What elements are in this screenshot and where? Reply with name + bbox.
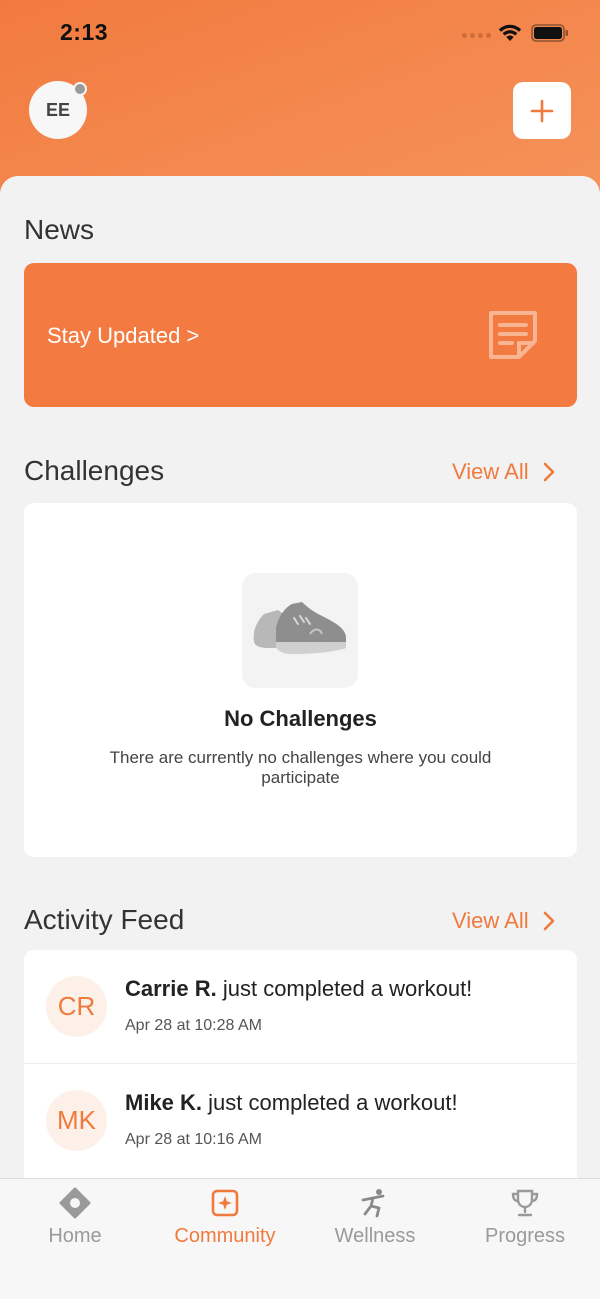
avatar-initials: EE <box>45 99 70 120</box>
activity-time: Apr 28 at 10:16 AM <box>125 1131 262 1148</box>
news-title: News <box>24 214 95 245</box>
activity-text: Mike K. just completed a workout! <box>125 1090 458 1116</box>
tab-label: Home <box>48 1225 102 1247</box>
community-icon <box>211 1189 239 1217</box>
add-button[interactable] <box>513 82 571 139</box>
user-name: Mike K. <box>125 1090 203 1115</box>
challenges-view-all[interactable]: View All <box>452 459 555 485</box>
battery-icon <box>531 24 568 42</box>
document-icon <box>489 311 537 359</box>
list-item[interactable]: MK Mike K. just completed a workout! Apr… <box>24 1063 577 1176</box>
tab-progress[interactable]: Progress <box>450 1179 600 1259</box>
activity-feed-list: CR Carrie R. just completed a workout! A… <box>24 950 577 1190</box>
tab-label: Community <box>174 1225 276 1247</box>
activity-text: Carrie R. just completed a workout! <box>125 976 472 1002</box>
tab-label: Progress <box>484 1225 566 1247</box>
activity-time: Apr 28 at 10:28 AM <box>125 1017 262 1034</box>
wifi-icon <box>498 24 522 41</box>
trophy-icon <box>511 1189 539 1217</box>
signal-dots-icon <box>462 33 491 38</box>
home-icon <box>59 1187 91 1219</box>
tab-community[interactable]: Community <box>150 1179 300 1259</box>
activity-action: just completed a workout! <box>222 976 473 1001</box>
tab-bar: Home Community Wellness Progress <box>0 1178 600 1299</box>
empty-state-title: No Challenges <box>224 706 377 731</box>
view-all-label: View All <box>452 459 529 484</box>
sneakers-icon <box>242 573 358 688</box>
activity-feed-title: Activity Feed <box>24 904 185 935</box>
tab-wellness[interactable]: Wellness <box>300 1179 450 1259</box>
status-dot <box>73 82 87 96</box>
news-card-label: Stay Updated > <box>47 323 200 348</box>
activity-feed-view-all[interactable]: View All <box>452 908 555 934</box>
plus-icon <box>530 99 554 122</box>
status-bar: 2:13 <box>0 0 600 66</box>
chevron-right-icon <box>543 911 554 931</box>
list-item[interactable]: CR Carrie R. just completed a workout! A… <box>24 950 577 1063</box>
view-all-label: View All <box>452 908 529 933</box>
news-card[interactable]: Stay Updated > <box>24 263 577 407</box>
tab-label: Wellness <box>334 1225 416 1247</box>
status-time: 2:13 <box>60 19 109 45</box>
avatar: CR <box>46 976 107 1037</box>
tab-home[interactable]: Home <box>0 1179 150 1259</box>
activity-action: just completed a workout! <box>208 1090 458 1115</box>
user-name: Carrie R. <box>125 976 217 1001</box>
avatar: MK <box>46 1090 107 1151</box>
app-screen: 2:13 EE News Stay Updated > Challenges V… <box>0 0 600 1299</box>
empty-state-description: There are currently no challenges where … <box>109 748 492 787</box>
wellness-icon <box>361 1189 385 1218</box>
challenges-card: No Challenges There are currently no cha… <box>24 503 577 857</box>
challenges-title: Challenges <box>24 455 165 486</box>
chevron-right-icon <box>543 462 554 482</box>
